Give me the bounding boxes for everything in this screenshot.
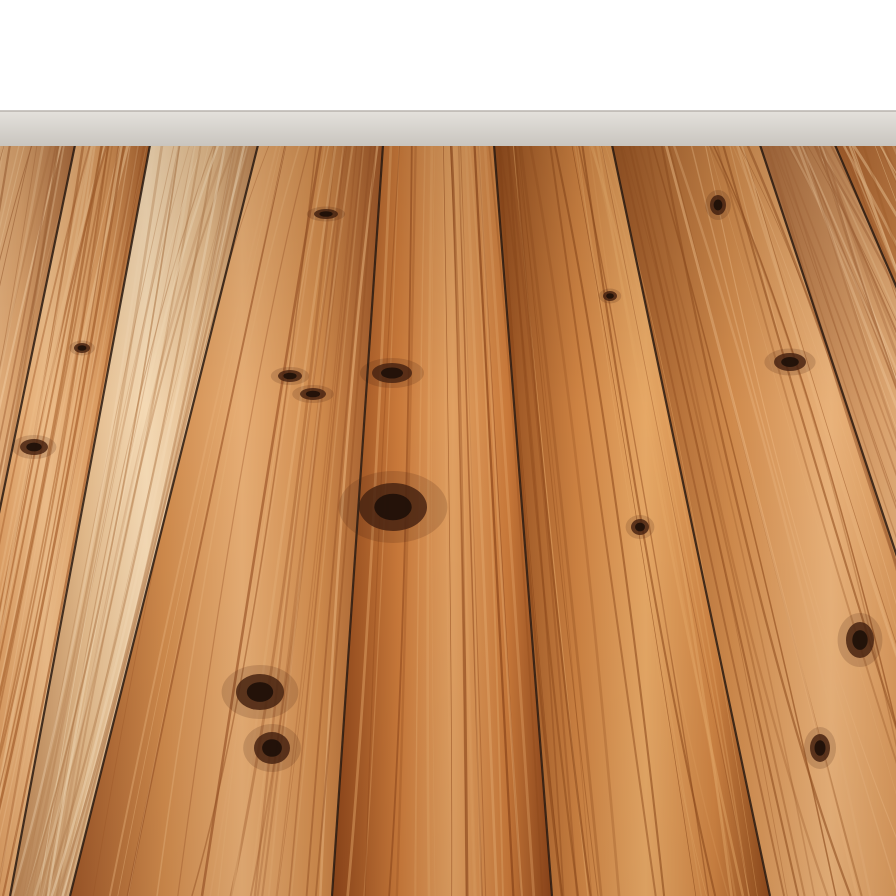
wood-floor-scene: [0, 0, 896, 896]
floor-shading: [0, 145, 896, 896]
baseboard: [0, 111, 896, 146]
